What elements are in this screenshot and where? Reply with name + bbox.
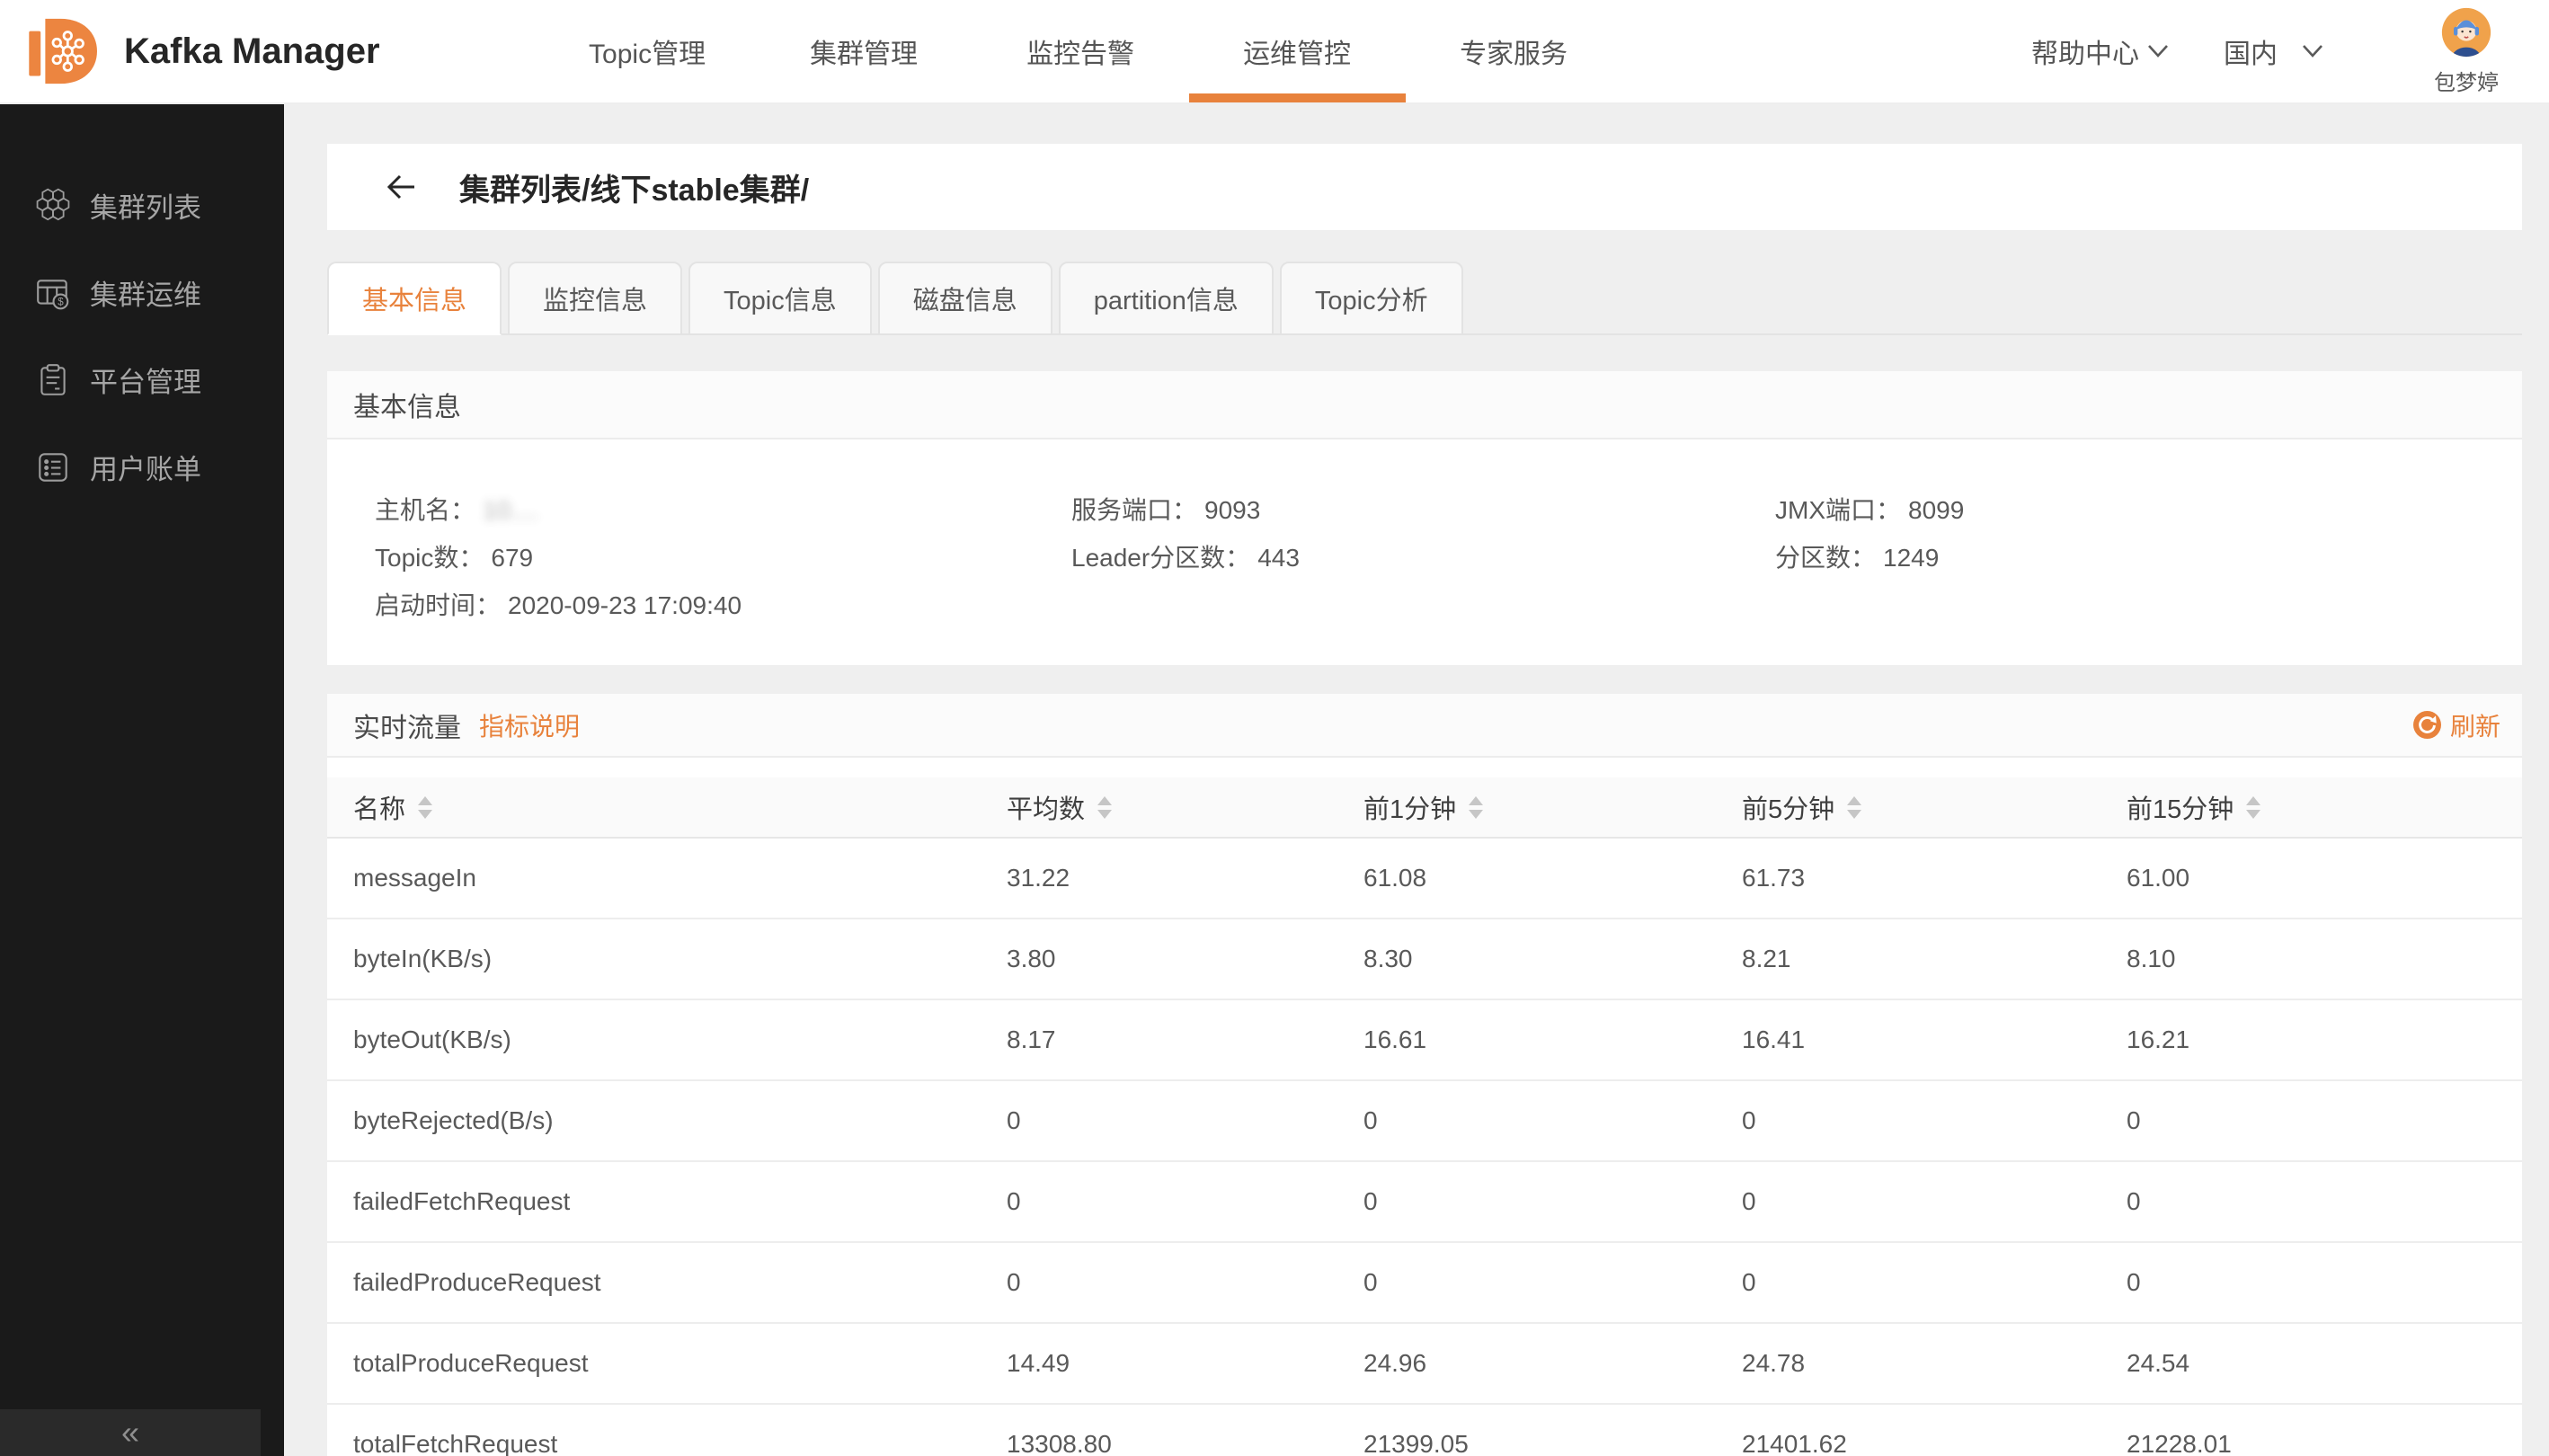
table-header-row: 名称 平均数 前1分钟 前5分钟 (327, 777, 2522, 839)
tab-basic-info[interactable]: 基本信息 (327, 262, 502, 335)
basic-info-body: 主机名：10.... 服务端口：9093 JMX端口：8099 Topic数：6… (327, 439, 2522, 665)
back-arrow-icon[interactable] (384, 173, 418, 201)
sidebar-item-platform-manage[interactable]: 平台管理 (0, 336, 284, 423)
refresh-label: 刷新 (2450, 707, 2500, 743)
table-row: totalProduceRequest 14.49 24.96 24.78 24… (327, 1324, 2522, 1405)
nav-topic-management[interactable]: Topic管理 (539, 0, 756, 102)
realtime-flow-title: 实时流量 (353, 706, 461, 745)
user-bill-icon (34, 448, 72, 486)
hostname-value: 10.... (483, 496, 538, 524)
field-partition-count: 分区数：1249 (1775, 534, 2522, 582)
tab-topic-info[interactable]: Topic信息 (688, 262, 872, 335)
sidebar-item-label: 集群列表 (90, 185, 201, 226)
refresh-icon (2413, 711, 2441, 739)
table-row: byteRejected(B/s) 0 0 0 0 (327, 1081, 2522, 1162)
platform-manage-icon (34, 361, 72, 399)
top-header: Kafka Manager Topic管理 集群管理 监控告警 运维管控 专家服… (0, 0, 2549, 104)
tab-partition-info[interactable]: partition信息 (1059, 262, 1274, 335)
sidebar-item-user-bill[interactable]: 用户账单 (0, 423, 284, 510)
table-row: failedFetchRequest 0 0 0 0 (327, 1162, 2522, 1243)
user-menu[interactable]: 包梦婷 (2434, 7, 2499, 96)
sidebar-item-cluster-ops[interactable]: $ 集群运维 (0, 249, 284, 336)
region-label: 国内 (2224, 31, 2278, 71)
sidebar: 集群列表 $ 集群运维 (0, 104, 284, 1456)
sidebar-collapse-button[interactable]: « (0, 1409, 261, 1456)
table-row: byteOut(KB/s) 8.17 16.61 16.41 16.21 (327, 1000, 2522, 1081)
sidebar-item-label: 集群运维 (90, 272, 201, 313)
column-header-last-1min[interactable]: 前1分钟 (1363, 788, 1742, 826)
sidebar-item-label: 用户账单 (90, 447, 201, 487)
column-header-last-5min[interactable]: 前5分钟 (1742, 788, 2127, 826)
help-center-dropdown[interactable]: 帮助中心 (2031, 31, 2170, 71)
top-nav: Topic管理 集群管理 监控告警 运维管控 专家服务 (539, 0, 1622, 102)
table-row: totalFetchRequest 13308.80 21399.05 2140… (327, 1405, 2522, 1456)
basic-info-card-header: 基本信息 (327, 371, 2522, 439)
sort-icon[interactable] (1847, 796, 1861, 819)
column-header-last-15min[interactable]: 前15分钟 (2127, 788, 2522, 826)
field-service-port: 服务端口：9093 (1071, 486, 1775, 534)
metric-description-link[interactable]: 指标说明 (479, 707, 580, 743)
chevron-down-icon (2301, 43, 2324, 59)
sort-icon[interactable] (1469, 796, 1483, 819)
field-hostname: 主机名：10.... (375, 486, 1071, 534)
nav-ops-control[interactable]: 运维管控 (1189, 0, 1406, 102)
realtime-flow-header: 实时流量 指标说明 刷新 (327, 694, 2522, 758)
app-title: Kafka Manager (124, 31, 380, 72)
sidebar-item-cluster-list[interactable]: 集群列表 (0, 162, 284, 249)
tab-disk-info[interactable]: 磁盘信息 (878, 262, 1052, 335)
kafka-manager-app: Kafka Manager Topic管理 集群管理 监控告警 运维管控 专家服… (0, 0, 2549, 1456)
table-row: messageIn 31.22 61.08 61.73 61.00 (327, 839, 2522, 919)
svg-text:$: $ (58, 297, 64, 307)
realtime-flow-table: 名称 平均数 前1分钟 前5分钟 (327, 777, 2522, 1456)
cluster-list-icon (34, 187, 72, 225)
basic-info-title: 基本信息 (353, 385, 461, 424)
field-leader-partition-count: Leader分区数：443 (1071, 534, 1775, 582)
main-content: 集群列表/线下stable集群/ 基本信息 监控信息 Topic信息 磁盘信息 … (284, 104, 2549, 1456)
page-header-card: 集群列表/线下stable集群/ (327, 144, 2522, 230)
field-start-time: 启动时间：2020-09-23 17:09:40 (375, 582, 1071, 629)
column-header-name[interactable]: 名称 (327, 788, 1007, 826)
realtime-flow-card: 实时流量 指标说明 刷新 名称 (327, 694, 2522, 1456)
region-dropdown[interactable]: 国内 (2224, 31, 2324, 71)
nav-cluster-management[interactable]: 集群管理 (756, 0, 973, 102)
chevron-down-icon (2146, 43, 2170, 59)
header-right: 帮助中心 国内 (2031, 7, 2549, 96)
cluster-ops-icon: $ (34, 274, 72, 312)
detail-tabs: 基本信息 监控信息 Topic信息 磁盘信息 partition信息 Topic… (327, 262, 2522, 335)
nav-monitor-alert[interactable]: 监控告警 (973, 0, 1189, 102)
sort-icon[interactable] (2246, 796, 2260, 819)
nav-expert-service[interactable]: 专家服务 (1406, 0, 1622, 102)
sort-icon[interactable] (418, 796, 432, 819)
help-center-label: 帮助中心 (2031, 31, 2139, 71)
refresh-button[interactable]: 刷新 (2413, 707, 2500, 743)
table-row: failedProduceRequest 0 0 0 0 (327, 1243, 2522, 1324)
sort-icon[interactable] (1097, 796, 1112, 819)
column-header-average[interactable]: 平均数 (1007, 788, 1363, 826)
basic-info-card: 基本信息 主机名：10.... 服务端口：9093 JMX端口：8099 Top… (327, 371, 2522, 665)
breadcrumb: 集群列表/线下stable集群/ (459, 165, 809, 209)
username: 包梦婷 (2434, 65, 2499, 96)
kafka-manager-logo-icon (25, 13, 102, 90)
table-row: byteIn(KB/s) 3.80 8.30 8.21 8.10 (327, 919, 2522, 1000)
avatar (2441, 7, 2491, 58)
field-topic-count: Topic数：679 (375, 534, 1071, 582)
tab-monitor-info[interactable]: 监控信息 (508, 262, 682, 335)
sidebar-item-label: 平台管理 (90, 360, 201, 400)
field-jmx-port: JMX端口：8099 (1775, 486, 2522, 534)
tab-topic-analysis[interactable]: Topic分析 (1280, 262, 1463, 335)
